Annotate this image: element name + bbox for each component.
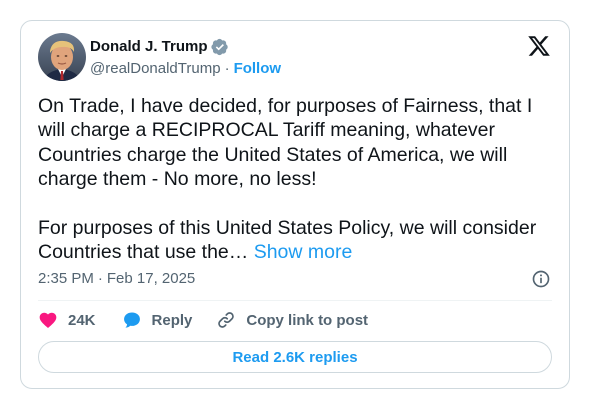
heart-icon (39, 312, 57, 328)
read-replies-button[interactable]: Read 2.6K replies (38, 341, 552, 373)
show-more-link[interactable]: Show more (254, 241, 353, 263)
tweet-body: On Trade, I have decided, for purposes o… (38, 95, 537, 264)
copy-link-button[interactable]: Copy link to post (216, 310, 368, 330)
reply-button[interactable]: Reply (122, 310, 193, 330)
display-name[interactable]: Donald J. Trump (90, 37, 208, 57)
reply-label: Reply (151, 311, 193, 329)
name-row: Donald J. Trump (90, 36, 281, 57)
tweet-card: Donald J. Trump @realDonaldTrump · Follo… (20, 20, 570, 389)
tweet-time[interactable]: 2:35 PM (38, 269, 94, 289)
link-icon (218, 312, 235, 328)
author-block: Donald J. Trump @realDonaldTrump · Follo… (90, 36, 281, 79)
handle-separator: · (224, 60, 230, 77)
action-bar: 24K Reply Copy link to post (38, 310, 368, 330)
reply-bubble-icon (123, 312, 140, 328)
user-handle[interactable]: @realDonaldTrump (90, 59, 221, 79)
tweet-date[interactable]: Feb 17, 2025 (107, 269, 195, 289)
follow-button[interactable]: Follow (234, 59, 282, 79)
info-icon[interactable] (531, 269, 551, 289)
copy-link-label: Copy link to post (246, 311, 369, 329)
tweet-text: On Trade, I have decided, for purposes o… (38, 94, 558, 265)
avatar-image (38, 33, 86, 81)
x-logo-icon[interactable] (527, 34, 551, 58)
handle-row: @realDonaldTrump · Follow (90, 59, 281, 79)
tweet-meta: 2:35 PM · Feb 17, 2025 (38, 269, 195, 289)
meta-separator: · (97, 270, 103, 287)
divider (38, 300, 552, 301)
verified-badge-icon (210, 38, 228, 55)
avatar[interactable] (38, 33, 86, 81)
like-button[interactable]: 24K (38, 310, 96, 330)
read-replies-label: Read 2.6K replies (232, 348, 358, 366)
like-count: 24K (68, 311, 96, 329)
